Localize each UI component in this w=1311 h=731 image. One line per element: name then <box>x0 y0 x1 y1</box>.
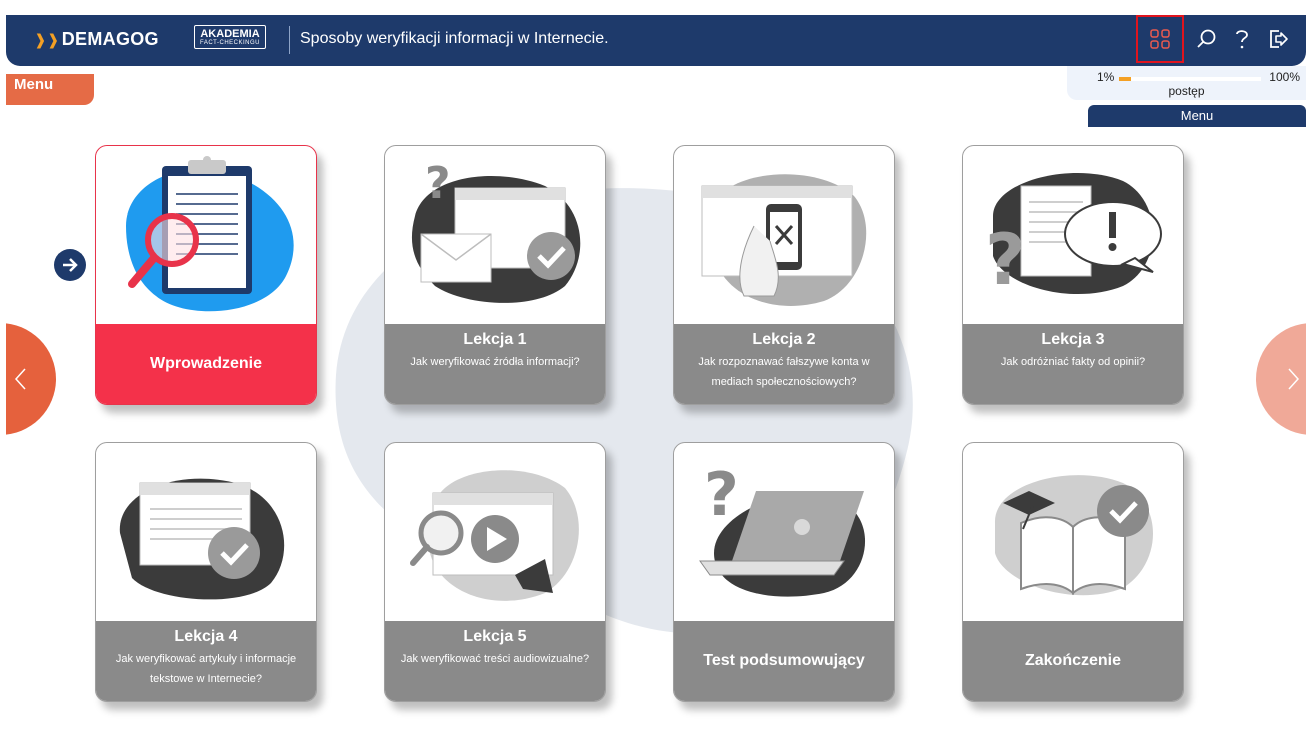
card-title: Lekcja 3 <box>1041 331 1105 348</box>
card-subtitle: Jak weryfikować źródła informacji? <box>410 356 580 368</box>
card-footer: Wprowadzenie <box>96 324 316 404</box>
article-check-icon <box>119 478 285 600</box>
menu-button[interactable]: Menu <box>1088 105 1306 127</box>
card-illustration <box>674 146 894 324</box>
chevron-left-icon <box>14 368 26 390</box>
card-illustration <box>96 443 316 621</box>
signal-icon: ❱❱ <box>34 32 60 49</box>
demagog-logo[interactable]: ❱❱ DEMAGOG <box>34 29 159 50</box>
laptop-question-icon: ? <box>699 460 866 597</box>
card-lekcja-4[interactable]: Lekcja 4 Jak weryfikować artykuły i info… <box>95 442 317 702</box>
help-icon <box>1236 30 1248 49</box>
card-title: Lekcja 1 <box>463 331 527 348</box>
svg-text:?: ? <box>985 219 1026 301</box>
svg-text:?: ? <box>704 460 739 530</box>
clipboard-magnifier-icon <box>126 156 294 312</box>
progress-label: postęp <box>1168 84 1205 98</box>
card-title: Wprowadzenie <box>149 355 262 372</box>
card-footer: Lekcja 4 Jak weryfikować artykuły i info… <box>96 621 316 701</box>
card-illustration: ? <box>385 146 605 324</box>
grid-menu-button[interactable] <box>1136 15 1184 63</box>
toolbar <box>1136 15 1296 63</box>
card-illustration: ? <box>674 443 894 621</box>
course-title: Sposoby weryfikacji informacji w Interne… <box>300 30 609 47</box>
browser-mail-check-icon: ? <box>411 158 581 303</box>
book-graduation-icon <box>994 475 1153 596</box>
card-footer: Lekcja 5 Jak weryfikować treści audiowiz… <box>385 621 605 701</box>
card-illustration <box>963 443 1183 621</box>
menu-tab[interactable]: Menu <box>6 74 94 105</box>
exit-icon <box>1270 30 1288 48</box>
card-title: Lekcja 2 <box>752 331 816 348</box>
exit-button[interactable] <box>1260 19 1296 59</box>
grid-icon <box>1150 29 1170 49</box>
card-footer: Lekcja 3 Jak odróżniać fakty od opinii? <box>963 324 1183 404</box>
card-footer: Zakończenie <box>963 621 1183 701</box>
card-title: Lekcja 4 <box>174 628 238 645</box>
card-subtitle: Jak weryfikować treści audiowizualne? <box>400 653 590 665</box>
card-lekcja-5[interactable]: Lekcja 5 Jak weryfikować treści audiowiz… <box>384 442 606 702</box>
card-footer: Lekcja 1 Jak weryfikować źródła informac… <box>385 324 605 404</box>
progress-fill <box>1119 77 1131 81</box>
chevron-right-icon <box>1288 368 1300 390</box>
card-title: Lekcja 5 <box>463 628 527 645</box>
card-test-podsumowujacy[interactable]: ? Test podsumowujący <box>673 442 895 702</box>
header-divider <box>289 26 290 54</box>
progress-bar <box>1119 77 1261 81</box>
card-illustration: ? <box>963 146 1183 324</box>
progress-start-label: 1% <box>1097 70 1115 84</box>
card-lekcja-3[interactable]: ? Lekcja 3 Jak odróżniać fakty od opinii… <box>962 145 1184 405</box>
card-subtitle: Jak weryfikować artykuły i informacje te… <box>115 653 297 685</box>
progress-end-label: 100% <box>1269 70 1300 84</box>
help-button[interactable] <box>1224 19 1260 59</box>
card-title: Zakończenie <box>1024 652 1122 669</box>
search-button[interactable] <box>1188 19 1224 59</box>
card-footer: Lekcja 2 Jak rozpoznawać fałszywe konta … <box>674 324 894 404</box>
app-frame: ❱❱ DEMAGOG AKADEMIA FACT-CHECKINGU Sposob… <box>6 15 1306 731</box>
video-megaphone-icon <box>410 470 579 601</box>
card-footer: Test podsumowujący <box>674 621 894 701</box>
card-subtitle: Jak rozpoznawać fałszywe konta w mediach… <box>698 356 870 388</box>
current-lesson-indicator <box>54 249 86 281</box>
arrow-right-icon <box>63 258 78 272</box>
card-illustration <box>96 146 316 324</box>
card-lekcja-2[interactable]: Lekcja 2 Jak rozpoznawać fałszywe konta … <box>673 145 895 405</box>
fact-opinion-icon: ? <box>985 173 1162 301</box>
akademia-logo: AKADEMIA FACT-CHECKINGU <box>194 25 266 49</box>
card-illustration <box>385 443 605 621</box>
card-title: Test podsumowujący <box>703 652 865 669</box>
progress-panel: 1% 100% postęp <box>1067 66 1306 100</box>
search-icon <box>1197 29 1216 48</box>
svg-text:?: ? <box>425 158 451 209</box>
card-zakonczenie[interactable]: Zakończenie <box>962 442 1184 702</box>
card-wprowadzenie[interactable]: Wprowadzenie <box>95 145 317 405</box>
top-bar: ❱❱ DEMAGOG AKADEMIA FACT-CHECKINGU Sposob… <box>6 15 1306 66</box>
fake-profile-phone-icon <box>701 174 867 306</box>
card-subtitle: Jak odróżniać fakty od opinii? <box>1000 356 1146 368</box>
card-lekcja-1[interactable]: ? Lekcja 1 Jak weryfikować źródła inform… <box>384 145 606 405</box>
